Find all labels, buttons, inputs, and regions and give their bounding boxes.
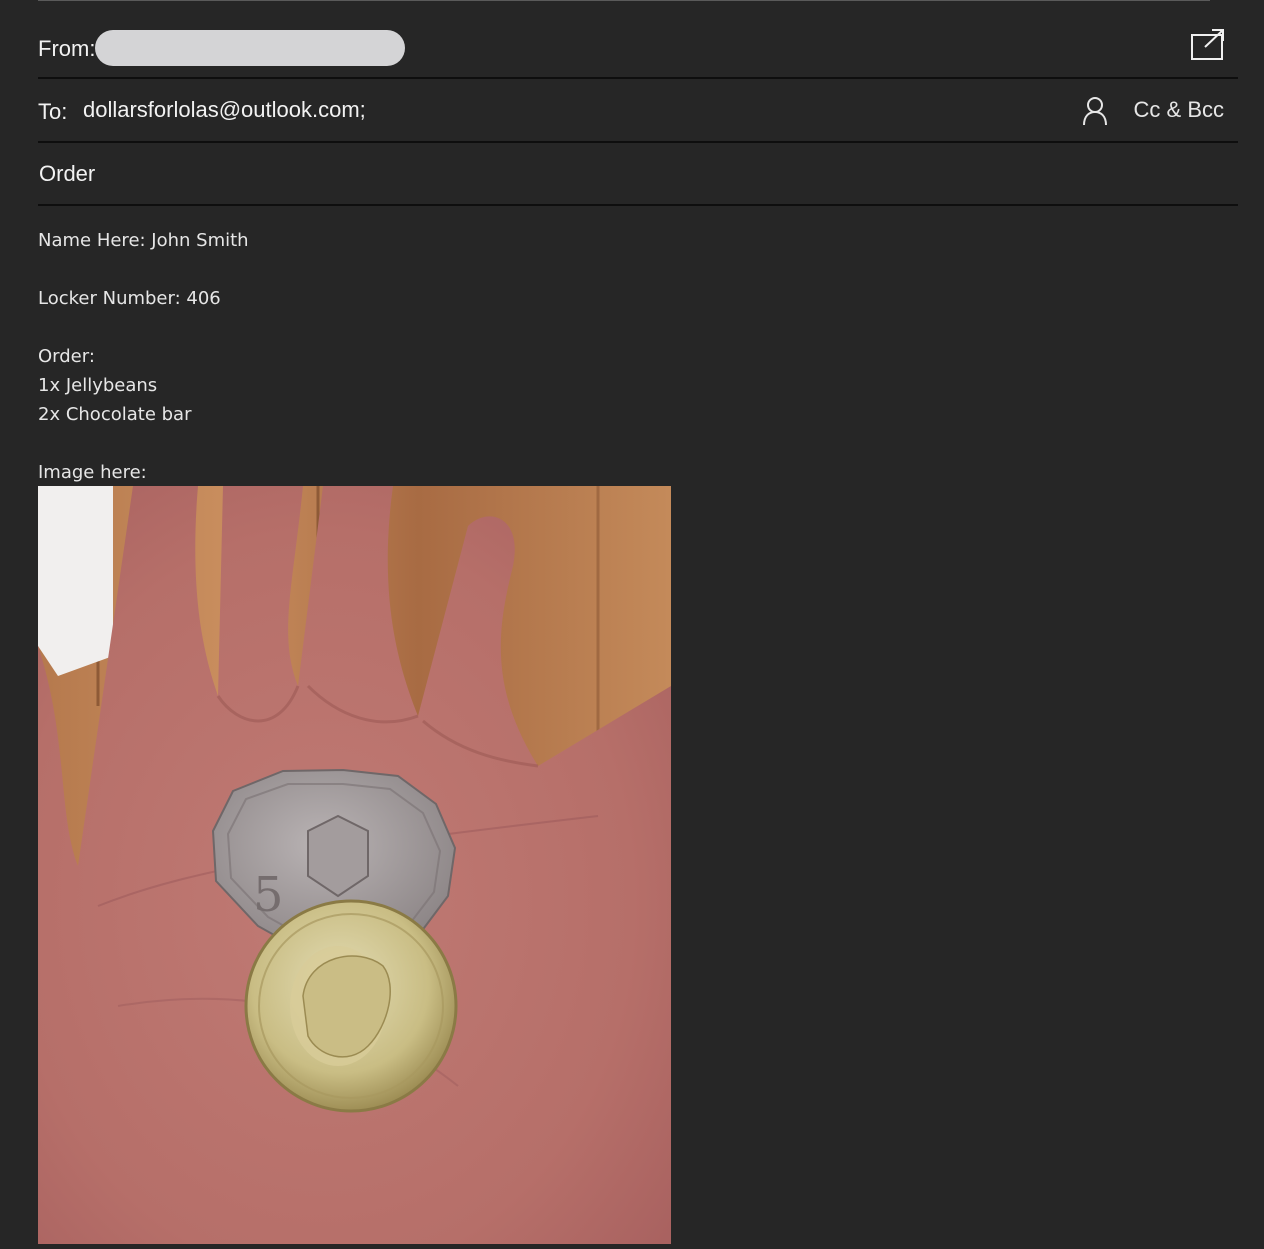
order-item: 1x Jellybeans	[38, 375, 158, 396]
email-compose-window: From: To: dollarsforlolas@outlook.com; C…	[0, 0, 1264, 1249]
to-label: To:	[38, 99, 68, 124]
to-recipient-field[interactable]: dollarsforlolas@outlook.com;	[83, 97, 366, 123]
popout-icon[interactable]	[1190, 28, 1226, 62]
subject-field[interactable]: Order	[39, 161, 95, 187]
order-label: Order:	[38, 346, 95, 367]
from-row: From:	[38, 0, 1238, 79]
order-item: 2x Chocolate bar	[38, 404, 192, 425]
subject-row: Order	[38, 143, 1238, 206]
attached-photo[interactable]: 5	[38, 486, 671, 1244]
cc-bcc-button[interactable]: Cc & Bcc	[1134, 97, 1224, 123]
svg-text:5: 5	[253, 867, 284, 923]
person-icon[interactable]	[1082, 96, 1108, 126]
from-account-selector[interactable]	[95, 30, 405, 66]
image-label: Image here:	[38, 462, 147, 483]
message-body[interactable]: Name Here: John Smith Locker Number: 406…	[38, 226, 1238, 487]
to-row: To: dollarsforlolas@outlook.com; Cc & Bc…	[38, 79, 1238, 143]
from-label: From:	[38, 36, 96, 61]
locker-line: Locker Number: 406	[38, 288, 221, 309]
name-line: Name Here: John Smith	[38, 230, 249, 251]
